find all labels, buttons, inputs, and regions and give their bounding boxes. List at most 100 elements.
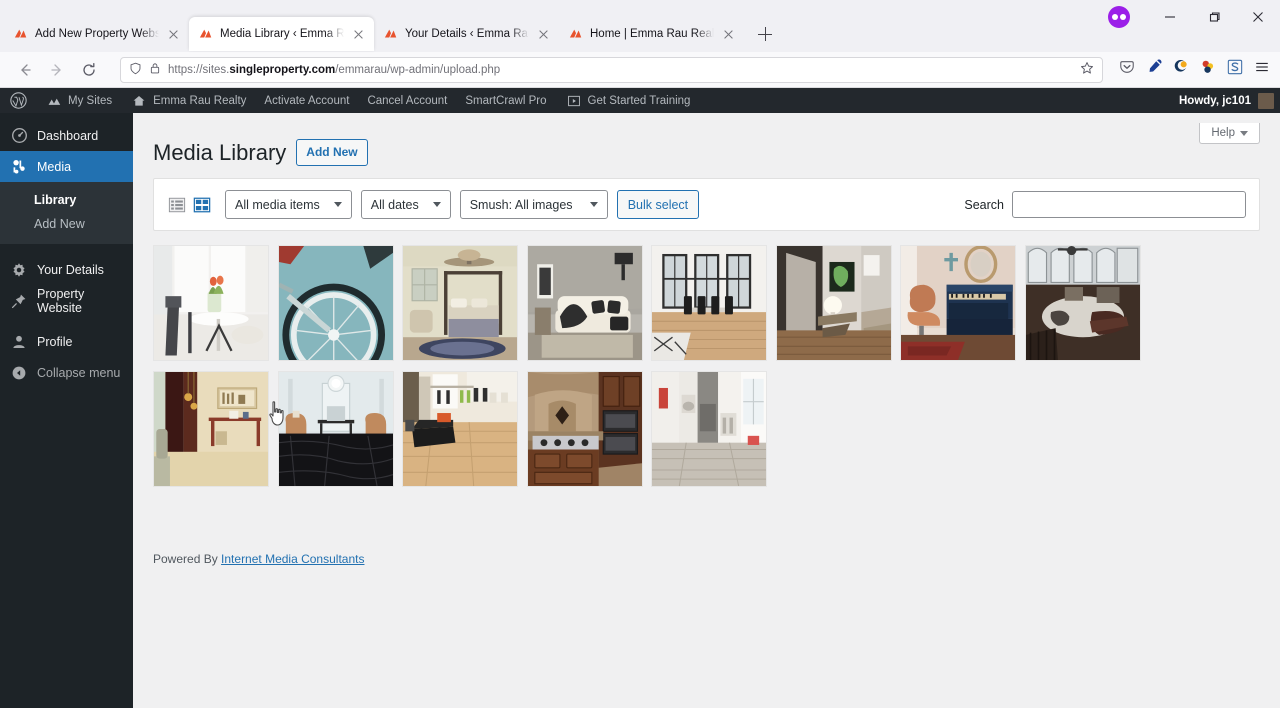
firefox-account-avatar-icon[interactable] [1108,6,1130,28]
sidebar-subitem-add-new[interactable]: Add New [0,212,133,236]
admin-footer: Powered By Internet Media Consultants [153,552,1260,566]
pin-icon [10,292,28,310]
media-item[interactable] [277,371,403,497]
shield-icon[interactable] [129,62,142,78]
sidebar-item-label: Collapse menu [37,365,121,380]
adminbar-item-my-sites[interactable]: My Sites [36,88,121,113]
sidebar-item-collapse-menu[interactable]: Collapse menu [0,357,133,388]
collapse-icon [10,364,28,382]
adminbar-item-smartcrawl-pro[interactable]: SmartCrawl Pro [456,88,555,113]
chevron-down-icon [333,202,342,208]
minimize-button[interactable] [1148,0,1192,34]
sidebar-item-media[interactable]: Media [0,151,133,182]
adminbar-item-cancel-account[interactable]: Cancel Account [358,88,456,113]
colorzilla-icon[interactable] [1200,59,1216,80]
sidebar-subitem-library[interactable]: Library [0,188,133,212]
bookmark-star-icon[interactable] [1080,61,1094,78]
adminbar-wordpress-logo[interactable] [0,88,36,113]
grey-wood-hallway-thumbnail[interactable] [651,371,767,488]
date-filter-select[interactable]: All dates [360,190,451,220]
media-item[interactable] [277,245,403,371]
sidebar-submenu-media: Library Add New [0,182,133,244]
adminbar-account[interactable]: Howdy, jc101 [1179,88,1280,113]
tab-strip: Add New Property Website ‹ Em Media Libr… [0,0,780,52]
media-item[interactable] [526,371,652,497]
back-button[interactable] [10,56,40,84]
list-view-icon[interactable] [167,195,187,215]
browser-tab-2[interactable]: Media Library ‹ Emma Rau Real [189,17,374,51]
lounge-chair-piano-thumbnail[interactable] [900,245,1016,362]
page-header: Media Library Add New [153,139,1260,167]
media-item[interactable] [402,371,527,497]
search-input[interactable] [1012,191,1246,219]
dining-nook-tulips-thumbnail[interactable] [153,245,269,362]
media-item[interactable] [153,371,278,497]
help-tab-button[interactable]: Help [1199,123,1260,144]
page-title: Media Library [153,139,287,165]
canopy-bed-bedroom-thumbnail[interactable] [402,245,518,362]
adminbar-item-site-name[interactable]: Emma Rau Realty [121,88,255,113]
view-mode-toggle [167,195,212,215]
pocket-icon[interactable] [1119,59,1135,80]
close-icon[interactable] [536,27,551,42]
adminbar-item-activate-account[interactable]: Activate Account [255,88,358,113]
media-item[interactable] [526,245,652,371]
grey-sofa-living-room-thumbnail[interactable] [526,245,643,362]
forward-button[interactable] [42,56,72,84]
sidebar-item-your-details[interactable]: Your Details [0,254,133,285]
avatar [1258,92,1274,109]
media-item[interactable] [402,245,527,371]
browser-tab-1[interactable]: Add New Property Website ‹ Em [4,17,189,51]
sidebar-item-dashboard[interactable]: Dashboard [0,120,133,151]
adminbar-label: SmartCrawl Pro [465,94,547,107]
tab-title: Your Details ‹ Emma Rau Realty [405,28,529,40]
media-item[interactable] [651,245,776,371]
media-item[interactable] [900,245,1025,371]
reload-button[interactable] [74,56,104,84]
add-new-button[interactable]: Add New [296,139,368,167]
sidebar-separator-2 [0,316,133,326]
s-extension-icon[interactable] [1227,59,1243,80]
close-button[interactable] [1236,0,1280,34]
bulk-select-button[interactable]: Bulk select [616,190,700,220]
open-plan-wood-floor-thumbnail[interactable] [402,371,518,488]
smush-extension-icon[interactable] [1173,59,1189,80]
media-item[interactable] [775,245,901,371]
smush-filter-select[interactable]: Smush: All images [459,190,608,220]
wood-kitchen-range-thumbnail[interactable] [526,371,643,488]
adminbar-label: Activate Account [264,94,350,107]
maximize-button[interactable] [1192,0,1236,34]
multisite-icon [45,92,63,110]
adminbar-item-get-started-training[interactable]: Get Started Training [556,88,700,113]
media-type-select[interactable]: All media items [225,190,352,220]
modern-hallway-lamp-thumbnail[interactable] [775,245,892,362]
sidebar-item-profile[interactable]: Profile [0,326,133,357]
browser-tab-3[interactable]: Your Details ‹ Emma Rau Realty [374,17,559,51]
window-controls [1108,0,1280,34]
eyedropper-icon[interactable] [1146,59,1162,80]
media-item[interactable] [153,245,278,371]
date-filter-value: All dates [370,197,419,212]
white-dining-room-windows-thumbnail[interactable] [651,245,767,362]
footer-link[interactable]: Internet Media Consultants [221,552,364,566]
close-icon[interactable] [166,27,181,42]
new-tab-button[interactable] [750,19,780,49]
lock-icon[interactable] [149,62,161,78]
hamburger-menu-icon[interactable] [1254,59,1270,80]
close-icon[interactable] [351,27,366,42]
media-grid [153,245,1260,497]
entry-console-table-thumbnail[interactable] [153,371,269,488]
sidebar-item-label: Media [37,159,72,174]
media-item[interactable] [651,371,776,497]
media-item[interactable] [1024,245,1150,371]
close-icon[interactable] [721,27,736,42]
grid-view-icon[interactable] [192,195,212,215]
bicycle-wheel-teal-thumbnail[interactable] [277,245,394,362]
loft-overhead-view-thumbnail[interactable] [1024,245,1141,362]
url-bar[interactable]: https://sites.singleproperty.com/emmarau… [120,56,1103,83]
black-floor-living-room-thumbnail[interactable] [277,371,394,488]
sidebar-item-property-website[interactable]: Property Website [0,285,133,316]
singleproperty-logo-icon [14,27,28,41]
media-type-value: All media items [235,197,320,212]
browser-tab-4[interactable]: Home | Emma Rau Realty [559,17,744,51]
